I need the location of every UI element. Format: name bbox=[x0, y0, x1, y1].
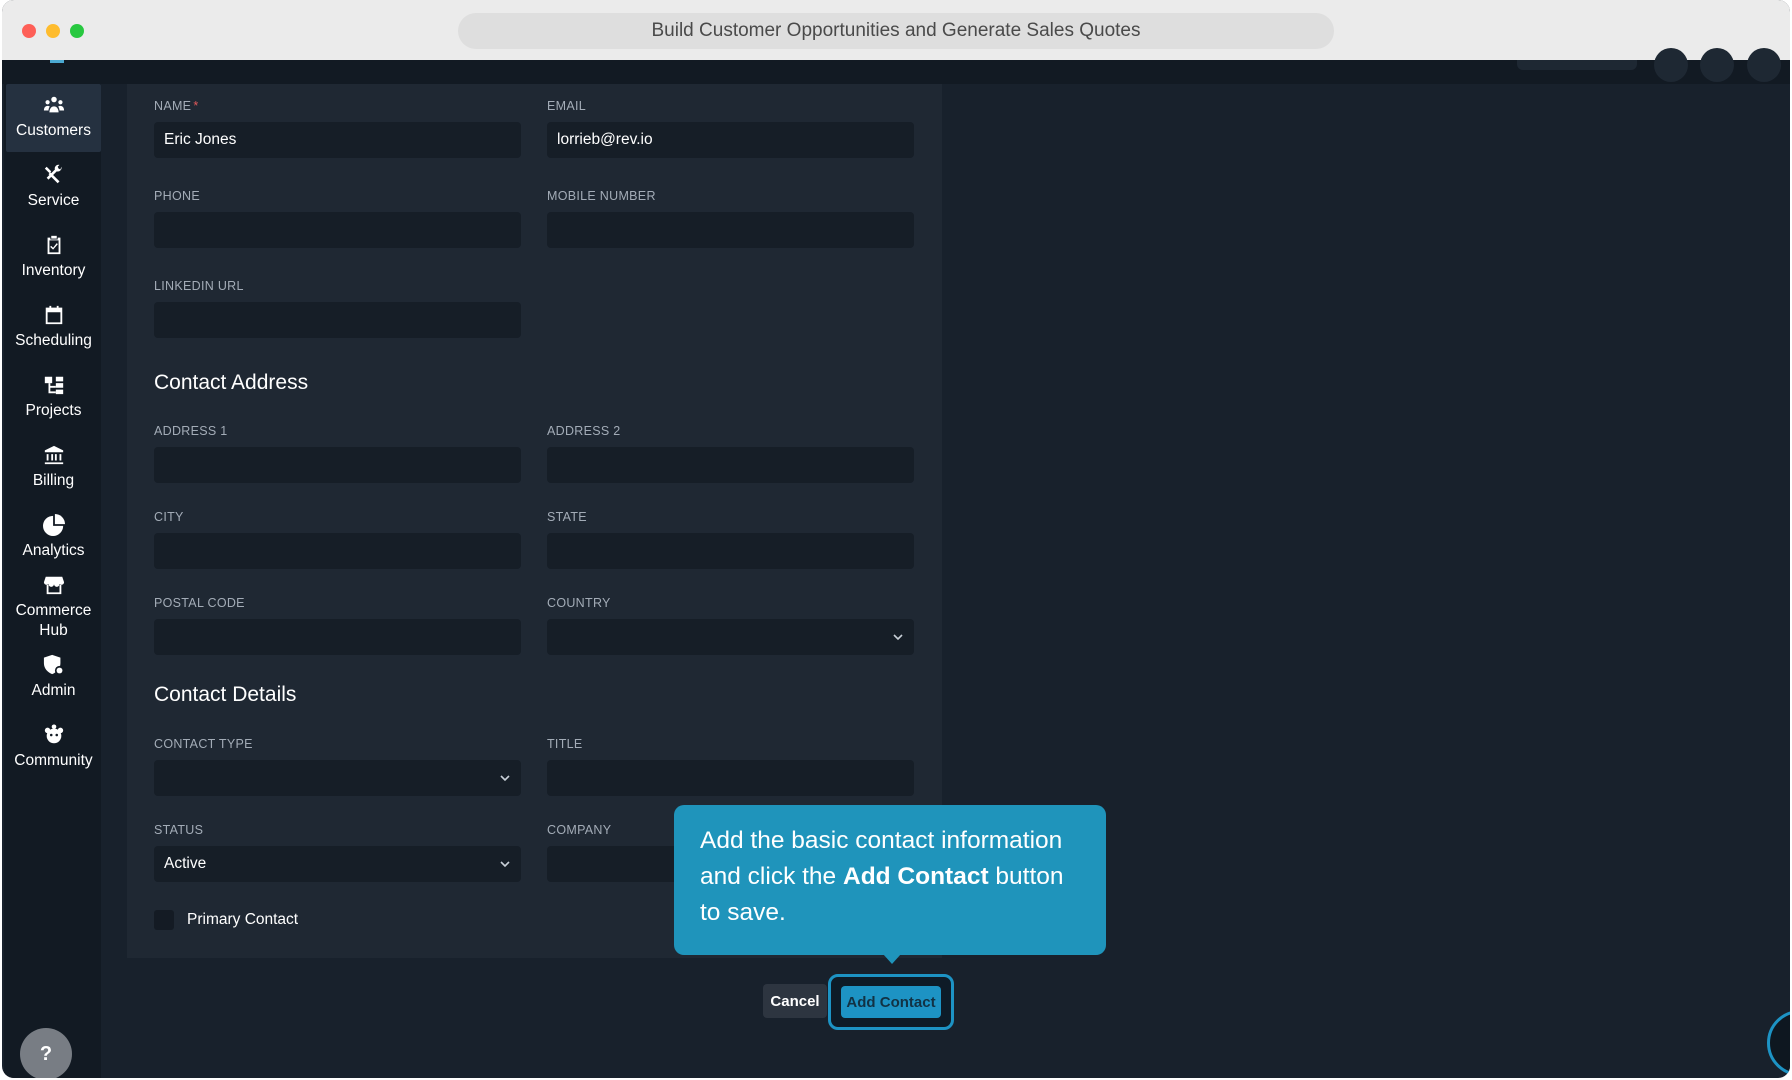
guide-tooltip: Add the basic contact information and cl… bbox=[674, 805, 1106, 955]
address2-input[interactable] bbox=[547, 447, 914, 483]
contact-address-heading: Contact Address bbox=[154, 371, 309, 394]
primary-contact-checkbox[interactable] bbox=[154, 910, 174, 930]
sidebar-item-analytics[interactable]: Analytics bbox=[6, 514, 101, 561]
status-label: STATUS bbox=[154, 823, 204, 837]
phone-input[interactable] bbox=[154, 212, 521, 248]
inventory-clipboard-icon bbox=[47, 235, 60, 255]
projects-hierarchy-icon bbox=[44, 376, 63, 395]
sidebar-item-scheduling[interactable]: Scheduling bbox=[6, 304, 101, 351]
cancel-button[interactable]: Cancel bbox=[763, 984, 827, 1018]
sidebar-item-label: Community bbox=[14, 752, 93, 769]
sidebar-item-label: Billing bbox=[32, 472, 75, 489]
sidebar-item-label: Analytics bbox=[22, 542, 85, 559]
sidebar-item-label: Inventory bbox=[21, 262, 86, 279]
email-input[interactable]: lorrieb@rev.io bbox=[547, 122, 914, 158]
linkedin-input[interactable] bbox=[154, 302, 521, 338]
chevron-down-icon bbox=[500, 775, 510, 782]
contact-type-label: CONTACT TYPE bbox=[154, 737, 253, 751]
title-label: TITLE bbox=[547, 737, 583, 751]
postal-code-input[interactable] bbox=[154, 619, 521, 655]
tooltip-arrow bbox=[883, 954, 901, 964]
close-window-button[interactable] bbox=[22, 24, 36, 38]
sidebar-item-customers[interactable]: Customers bbox=[6, 84, 101, 152]
address1-input[interactable] bbox=[154, 447, 521, 483]
name-input[interactable]: Eric Jones bbox=[154, 122, 521, 158]
sidebar-item-admin[interactable]: Admin bbox=[6, 654, 101, 701]
window-title: Build Customer Opportunities and Generat… bbox=[458, 13, 1334, 49]
email-label: EMAIL bbox=[547, 99, 587, 113]
status-value: Active bbox=[164, 855, 207, 872]
sidebar-item-projects[interactable]: Projects bbox=[6, 374, 101, 421]
logo-fragment bbox=[50, 60, 64, 63]
header-button[interactable] bbox=[1517, 60, 1637, 70]
sidebar-item-label: Admin bbox=[31, 682, 76, 699]
sidebar-item-label: Service bbox=[27, 192, 80, 209]
pie-chart-icon bbox=[42, 514, 65, 536]
state-label: STATE bbox=[547, 510, 587, 524]
community-icon bbox=[44, 724, 63, 744]
admin-shield-icon bbox=[43, 654, 64, 676]
minimize-window-button[interactable] bbox=[46, 24, 60, 38]
phone-label: PHONE bbox=[154, 189, 200, 203]
status-select[interactable]: Active bbox=[154, 846, 521, 882]
mobile-label: MOBILE NUMBER bbox=[547, 189, 656, 203]
service-tools-icon bbox=[44, 164, 61, 184]
header-icon-button[interactable] bbox=[1700, 48, 1734, 82]
tooltip-bold-text: Add Contact bbox=[843, 863, 989, 890]
app-window: Build Customer Opportunities and Generat… bbox=[2, 0, 1790, 1078]
sidebar-item-commerce-hub[interactable]: Commerce Hub bbox=[6, 574, 101, 641]
title-bar: Build Customer Opportunities and Generat… bbox=[2, 0, 1790, 60]
primary-contact-label: Primary Contact bbox=[187, 911, 299, 928]
bank-icon bbox=[44, 445, 63, 465]
calendar-icon bbox=[45, 305, 62, 325]
linkedin-label: LINKEDIN URL bbox=[154, 279, 244, 293]
postal-code-label: POSTAL CODE bbox=[154, 596, 245, 610]
maximize-window-button[interactable] bbox=[70, 24, 84, 38]
sidebar-item-service[interactable]: Service bbox=[6, 164, 101, 211]
contact-details-heading: Contact Details bbox=[154, 683, 297, 706]
mobile-input[interactable] bbox=[547, 212, 914, 248]
country-select[interactable] bbox=[547, 619, 914, 655]
name-label: NAME * bbox=[154, 99, 199, 113]
address1-label: ADDRESS 1 bbox=[154, 424, 228, 438]
header-avatar[interactable] bbox=[1747, 48, 1781, 82]
country-label: COUNTRY bbox=[547, 596, 611, 610]
sidebar-item-label: Scheduling bbox=[15, 332, 92, 349]
company-label: COMPANY bbox=[547, 823, 612, 837]
contact-type-select[interactable] bbox=[154, 760, 521, 796]
app-header bbox=[2, 48, 1790, 84]
sidebar-item-label: Commerce Hub bbox=[15, 602, 92, 639]
sidebar-item-label: Customers bbox=[16, 122, 91, 139]
sidebar-item-inventory[interactable]: Inventory bbox=[6, 234, 101, 281]
city-input[interactable] bbox=[154, 533, 521, 569]
help-button[interactable]: ? bbox=[20, 1028, 72, 1078]
add-contact-button[interactable]: Add Contact bbox=[841, 986, 941, 1018]
title-input[interactable] bbox=[547, 760, 914, 796]
city-label: CITY bbox=[154, 510, 184, 524]
sidebar-item-billing[interactable]: Billing bbox=[6, 444, 101, 491]
header-icon-button[interactable] bbox=[1654, 48, 1688, 82]
store-icon bbox=[43, 576, 64, 595]
chat-widget[interactable] bbox=[1767, 1010, 1790, 1076]
customers-icon bbox=[43, 96, 64, 113]
chevron-down-icon bbox=[893, 634, 903, 641]
sidebar: Customers Service Inventory Scheduling P… bbox=[4, 84, 101, 1078]
sidebar-item-label: Projects bbox=[25, 402, 82, 419]
sidebar-item-community[interactable]: Community bbox=[6, 724, 101, 771]
chevron-down-icon bbox=[500, 861, 510, 868]
address2-label: ADDRESS 2 bbox=[547, 424, 621, 438]
state-input[interactable] bbox=[547, 533, 914, 569]
